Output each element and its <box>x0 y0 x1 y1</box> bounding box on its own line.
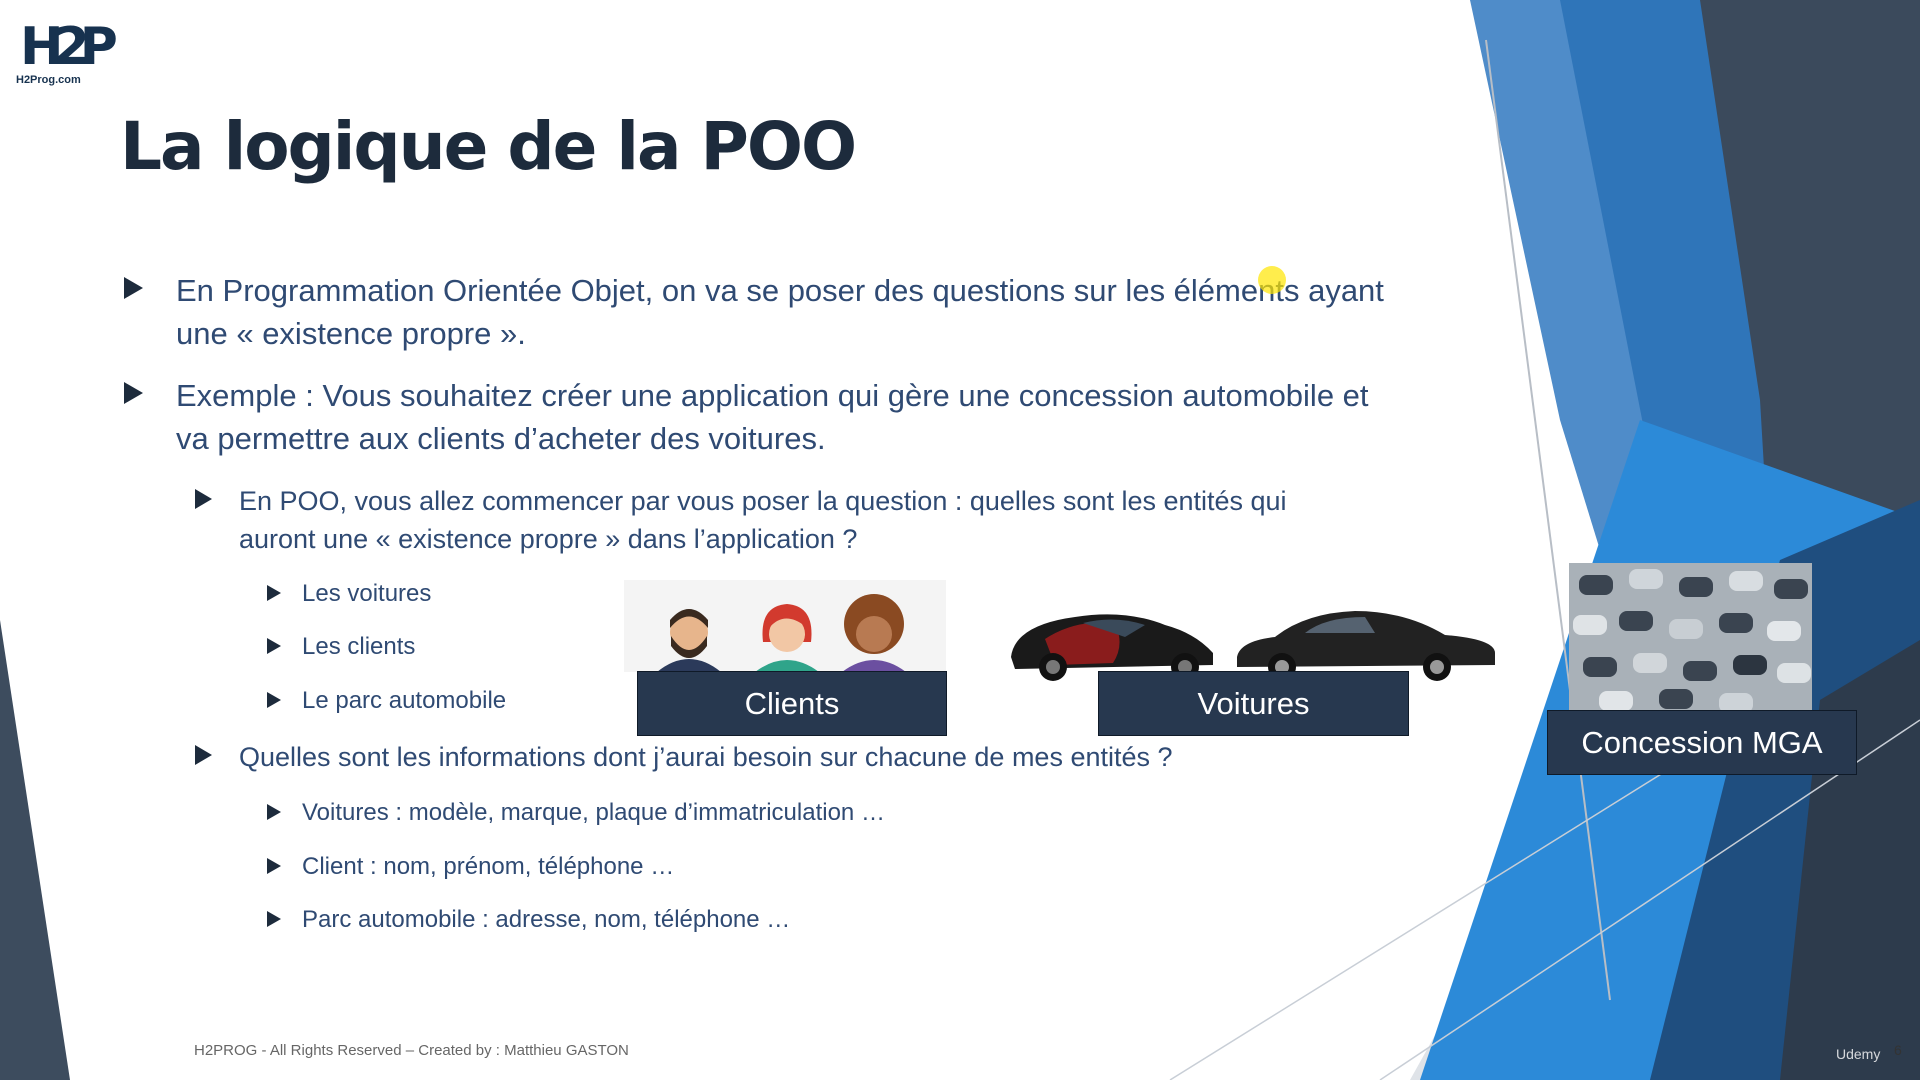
bullet-triangle-icon <box>195 489 212 509</box>
clients-illustration <box>624 580 946 672</box>
bullet-text-line: Quelles sont les informations dont j’aur… <box>239 742 1173 772</box>
bullet-triangle-icon <box>267 858 281 874</box>
udemy-watermark: Udemy <box>1836 1046 1881 1062</box>
bullet-triangle-icon <box>195 745 212 765</box>
entity-item: Les voitures <box>267 579 431 609</box>
entity-label: Le parc automobile <box>302 687 507 714</box>
bullet-triangle-icon <box>267 638 281 654</box>
bullet-triangle-icon <box>267 585 281 601</box>
parking-lot-image <box>1569 563 1812 711</box>
bullet-information-question: Quelles sont les informations dont j’aur… <box>195 738 1173 776</box>
bullet-text-line: Exemple : Vous souhaitez créer une appli… <box>176 378 1369 413</box>
bullet-text-line: va permettre aux clients d’acheter des v… <box>176 421 826 456</box>
bullet-poo-elements: En Programmation Orientée Objet, on va s… <box>124 269 1384 355</box>
voitures-label: Voitures <box>1098 671 1409 736</box>
entity-label: Les clients <box>302 633 416 660</box>
bullet-example: Exemple : Vous souhaitez créer une appli… <box>124 374 1369 460</box>
h2prog-logo: H2P H2Prog.com <box>16 18 118 88</box>
bullet-triangle-icon <box>124 382 143 404</box>
logo-caption: H2Prog.com <box>16 74 81 86</box>
bullet-triangle-icon <box>267 911 281 927</box>
parking-lot-photo <box>1569 563 1812 711</box>
bullet-text-line: auront une « existence propre » dans l’a… <box>239 524 858 554</box>
detail-label: Voitures : modèle, marque, plaque d’imma… <box>302 799 885 826</box>
clients-label: Clients <box>637 671 947 736</box>
logo-mark: H2P <box>20 17 118 77</box>
slide-title: La logique de la POO <box>120 108 857 185</box>
entity-label: Les voitures <box>302 580 432 607</box>
bullet-entities-question: En POO, vous allez commencer par vous po… <box>195 482 1287 558</box>
detail-label: Client : nom, prénom, téléphone … <box>302 853 675 880</box>
mouse-cursor-highlight <box>1258 266 1286 294</box>
concession-label: Concession MGA <box>1547 710 1857 775</box>
bullet-text-line: En POO, vous allez commencer par vous po… <box>239 486 1287 516</box>
bullet-triangle-icon <box>267 804 281 820</box>
entity-item: Les clients <box>267 632 415 662</box>
slide-footer: H2PROG - All Rights Reserved – Created b… <box>194 1042 629 1059</box>
detail-item: Client : nom, prénom, téléphone … <box>267 852 674 882</box>
bullet-triangle-icon <box>267 692 281 708</box>
page-number: 6 <box>1894 1042 1902 1058</box>
people-avatars-icon <box>657 594 906 672</box>
detail-item: Voitures : modèle, marque, plaque d’imma… <box>267 798 885 828</box>
entity-item: Le parc automobile <box>267 686 506 716</box>
detail-item: Parc automobile : adresse, nom, téléphon… <box>267 905 790 935</box>
bullet-text-line: En Programmation Orientée Objet, on va s… <box>176 273 1384 308</box>
detail-label: Parc automobile : adresse, nom, téléphon… <box>302 906 791 933</box>
bullet-text-line: une « existence propre ». <box>176 316 526 351</box>
bullet-triangle-icon <box>124 277 143 299</box>
